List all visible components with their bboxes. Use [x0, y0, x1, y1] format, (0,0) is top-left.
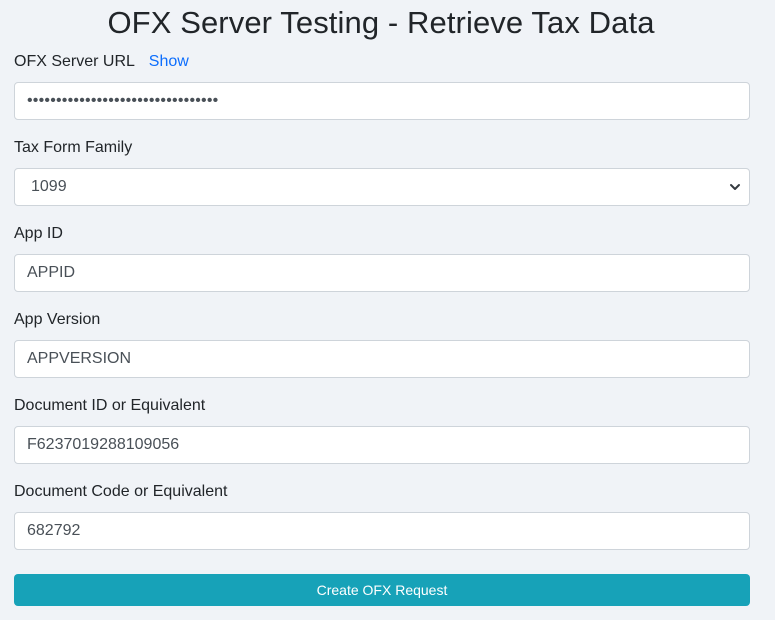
app-id-value: APPID — [27, 264, 76, 281]
chevron-down-icon — [730, 184, 740, 190]
document-code-value: 682792 — [27, 522, 81, 539]
document-id-value: F6237019288109056 — [27, 436, 180, 453]
document-code-label: Document Code or Equivalent — [14, 483, 228, 500]
page-title: OFX Server Testing - Retrieve Tax Data — [107, 5, 655, 40]
tax-form-family-label: Tax Form Family — [14, 139, 133, 156]
app-version-input[interactable]: APPVERSION — [14, 340, 750, 378]
document-id-input[interactable]: F6237019288109056 — [14, 426, 750, 464]
server-url-masked-value: ••••••••••••••••••••••••••••••••• — [27, 92, 219, 109]
app-version-label: App Version — [14, 311, 101, 328]
document-id-label: Document ID or Equivalent — [14, 397, 206, 414]
server-url-label-row: OFX Server URL Show — [14, 52, 189, 72]
app-version-value: APPVERSION — [27, 350, 132, 367]
app-id-label: App ID — [14, 225, 63, 242]
document-code-input[interactable]: 682792 — [14, 512, 750, 550]
app-id-input[interactable]: APPID — [14, 254, 750, 292]
tax-form-family-selected: 1099 — [31, 178, 67, 195]
create-ofx-request-button[interactable]: Create OFX Request — [14, 574, 750, 606]
show-url-link[interactable]: Show — [149, 53, 189, 70]
tax-form-family-select[interactable]: 1099 — [14, 168, 750, 206]
server-url-label: OFX Server URL — [14, 53, 135, 70]
server-url-input[interactable]: ••••••••••••••••••••••••••••••••• — [14, 82, 750, 120]
